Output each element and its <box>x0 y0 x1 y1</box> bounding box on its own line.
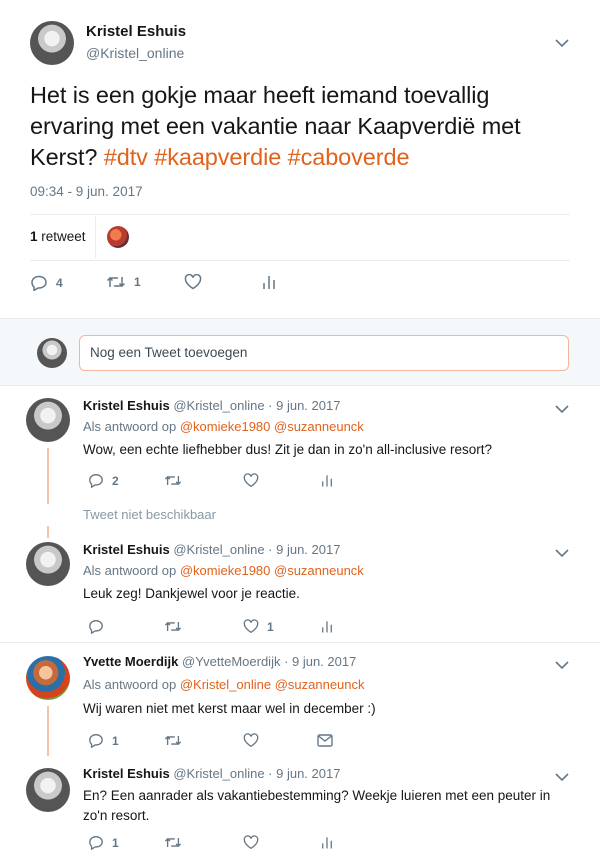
compose-bar: Nog een Tweet toevoegen <box>0 318 600 386</box>
reply-button[interactable]: 2 <box>88 473 119 488</box>
retweet-button[interactable] <box>164 836 182 849</box>
reply-avatar[interactable] <box>26 768 70 812</box>
retweet-icon <box>164 734 182 747</box>
direct-message-button[interactable] <box>317 734 333 747</box>
reply-text: Wij waren niet met kerst maar wel in dec… <box>83 701 376 716</box>
replying-prefix: Als antwoord op <box>83 563 177 578</box>
author-avatar[interactable] <box>30 21 74 65</box>
divider <box>30 214 570 215</box>
reply-handle-date[interactable]: @Kristel_online · 9 jun. 2017 <box>173 542 340 557</box>
envelope-icon <box>317 734 333 747</box>
reply-handle-date[interactable]: @Kristel_online · 9 jun. 2017 <box>173 398 340 413</box>
replying-to-links[interactable]: @komieke1980 @suzanneunck <box>180 419 364 434</box>
reply-icon <box>88 619 104 634</box>
analytics-icon <box>321 835 333 850</box>
tweet-unavailable-notice: Tweet niet beschikbaar <box>83 507 216 522</box>
author-name[interactable]: Kristel Eshuis <box>86 23 186 40</box>
analytics-icon <box>321 619 333 634</box>
retweet-icon <box>106 275 126 289</box>
reply-icon <box>30 275 48 291</box>
heart-icon <box>243 835 259 850</box>
like-button[interactable] <box>184 274 202 290</box>
like-button[interactable] <box>243 733 267 748</box>
analytics-icon <box>321 473 333 488</box>
replying-prefix: Als antwoord op <box>83 419 177 434</box>
retweet-count: 1 <box>30 229 38 244</box>
reply-button[interactable]: 4 <box>30 275 63 291</box>
chevron-down-icon[interactable] <box>555 772 569 782</box>
replying-prefix: Als antwoord op <box>83 677 177 692</box>
hashtag-link[interactable]: #kaapverdie <box>154 144 281 170</box>
reply-avatar[interactable] <box>26 656 70 700</box>
divider <box>0 642 600 643</box>
retweet-label: retweet <box>41 229 86 244</box>
heart-icon <box>184 274 202 290</box>
thread-line <box>47 526 49 538</box>
analytics-button[interactable] <box>321 619 333 634</box>
main-tweet: Kristel Eshuis @Kristel_online Het is ee… <box>0 0 600 318</box>
retweet-icon <box>164 836 182 849</box>
thread-line <box>47 448 49 504</box>
reply-handle-date[interactable]: @YvetteMoerdijk · 9 jun. 2017 <box>182 654 356 669</box>
thread-line <box>47 706 49 756</box>
reply-text: Leuk zeg! Dankjewel voor je reactie. <box>83 586 300 601</box>
analytics-button[interactable] <box>262 274 276 290</box>
reply-author-name[interactable]: Kristel Eshuis <box>83 542 170 557</box>
analytics-button[interactable] <box>321 835 333 850</box>
retweet-icon <box>164 620 182 633</box>
retweeter-avatar[interactable] <box>107 226 129 248</box>
add-tweet-input[interactable]: Nog een Tweet toevoegen <box>79 335 569 371</box>
author-handle[interactable]: @Kristel_online <box>86 45 184 61</box>
reply-count: 1 <box>112 835 119 850</box>
current-user-avatar <box>37 338 67 368</box>
tweet-timestamp[interactable]: 09:34 - 9 jun. 2017 <box>30 184 143 199</box>
retweet-icon <box>164 474 182 487</box>
chevron-down-icon[interactable] <box>555 660 569 670</box>
reply-count: 4 <box>56 276 63 290</box>
heart-icon <box>243 473 259 488</box>
reply-author-name[interactable]: Kristel Eshuis <box>83 766 170 781</box>
reply-handle-date[interactable]: @Kristel_online · 9 jun. 2017 <box>173 766 340 781</box>
chevron-down-icon[interactable] <box>555 404 569 414</box>
reply-text: En? Een aanrader als vakantiebestemming?… <box>83 788 551 823</box>
reply-avatar[interactable] <box>26 542 70 586</box>
reply-text: Wow, een echte liefhebber dus! Zit je da… <box>83 442 493 457</box>
retweet-button[interactable] <box>164 620 182 633</box>
like-button[interactable] <box>243 473 267 488</box>
like-button[interactable] <box>243 835 259 850</box>
retweet-stats[interactable]: 1 retweet <box>30 229 86 244</box>
hashtag-link[interactable]: #dtv <box>104 144 148 170</box>
reply-author-name[interactable]: Kristel Eshuis <box>83 398 170 413</box>
like-button[interactable]: 1 <box>243 619 274 634</box>
retweet-button[interactable]: 1 <box>106 275 141 289</box>
divider <box>30 260 570 261</box>
retweet-button[interactable] <box>164 734 182 747</box>
stats-separator <box>95 216 96 258</box>
retweet-action-count: 1 <box>134 275 141 289</box>
analytics-icon <box>262 274 276 290</box>
like-count: 1 <box>267 619 274 634</box>
replying-to-links[interactable]: @Kristel_online @suzanneunck <box>180 677 365 692</box>
reply-icon <box>88 473 104 488</box>
retweet-button[interactable] <box>164 474 182 487</box>
hashtag-link[interactable]: #caboverde <box>288 144 410 170</box>
reply-count: 2 <box>112 473 119 488</box>
analytics-button[interactable] <box>321 473 333 488</box>
tweet-text: Het is een gokje maar heeft iemand toeva… <box>30 80 575 173</box>
heart-icon <box>243 619 259 634</box>
reply-author-name[interactable]: Yvette Moerdijk <box>83 654 178 669</box>
heart-icon <box>243 733 259 748</box>
reply-avatar[interactable] <box>26 398 70 442</box>
reply-button[interactable] <box>88 619 112 634</box>
reply-icon <box>88 733 104 748</box>
reply-count: 1 <box>112 733 119 748</box>
reply-button[interactable]: 1 <box>88 835 119 850</box>
replying-to-links[interactable]: @komieke1980 @suzanneunck <box>180 563 364 578</box>
chevron-down-icon[interactable] <box>555 38 569 48</box>
reply-icon <box>88 835 104 850</box>
reply-button[interactable]: 1 <box>88 733 119 748</box>
chevron-down-icon[interactable] <box>555 548 569 558</box>
